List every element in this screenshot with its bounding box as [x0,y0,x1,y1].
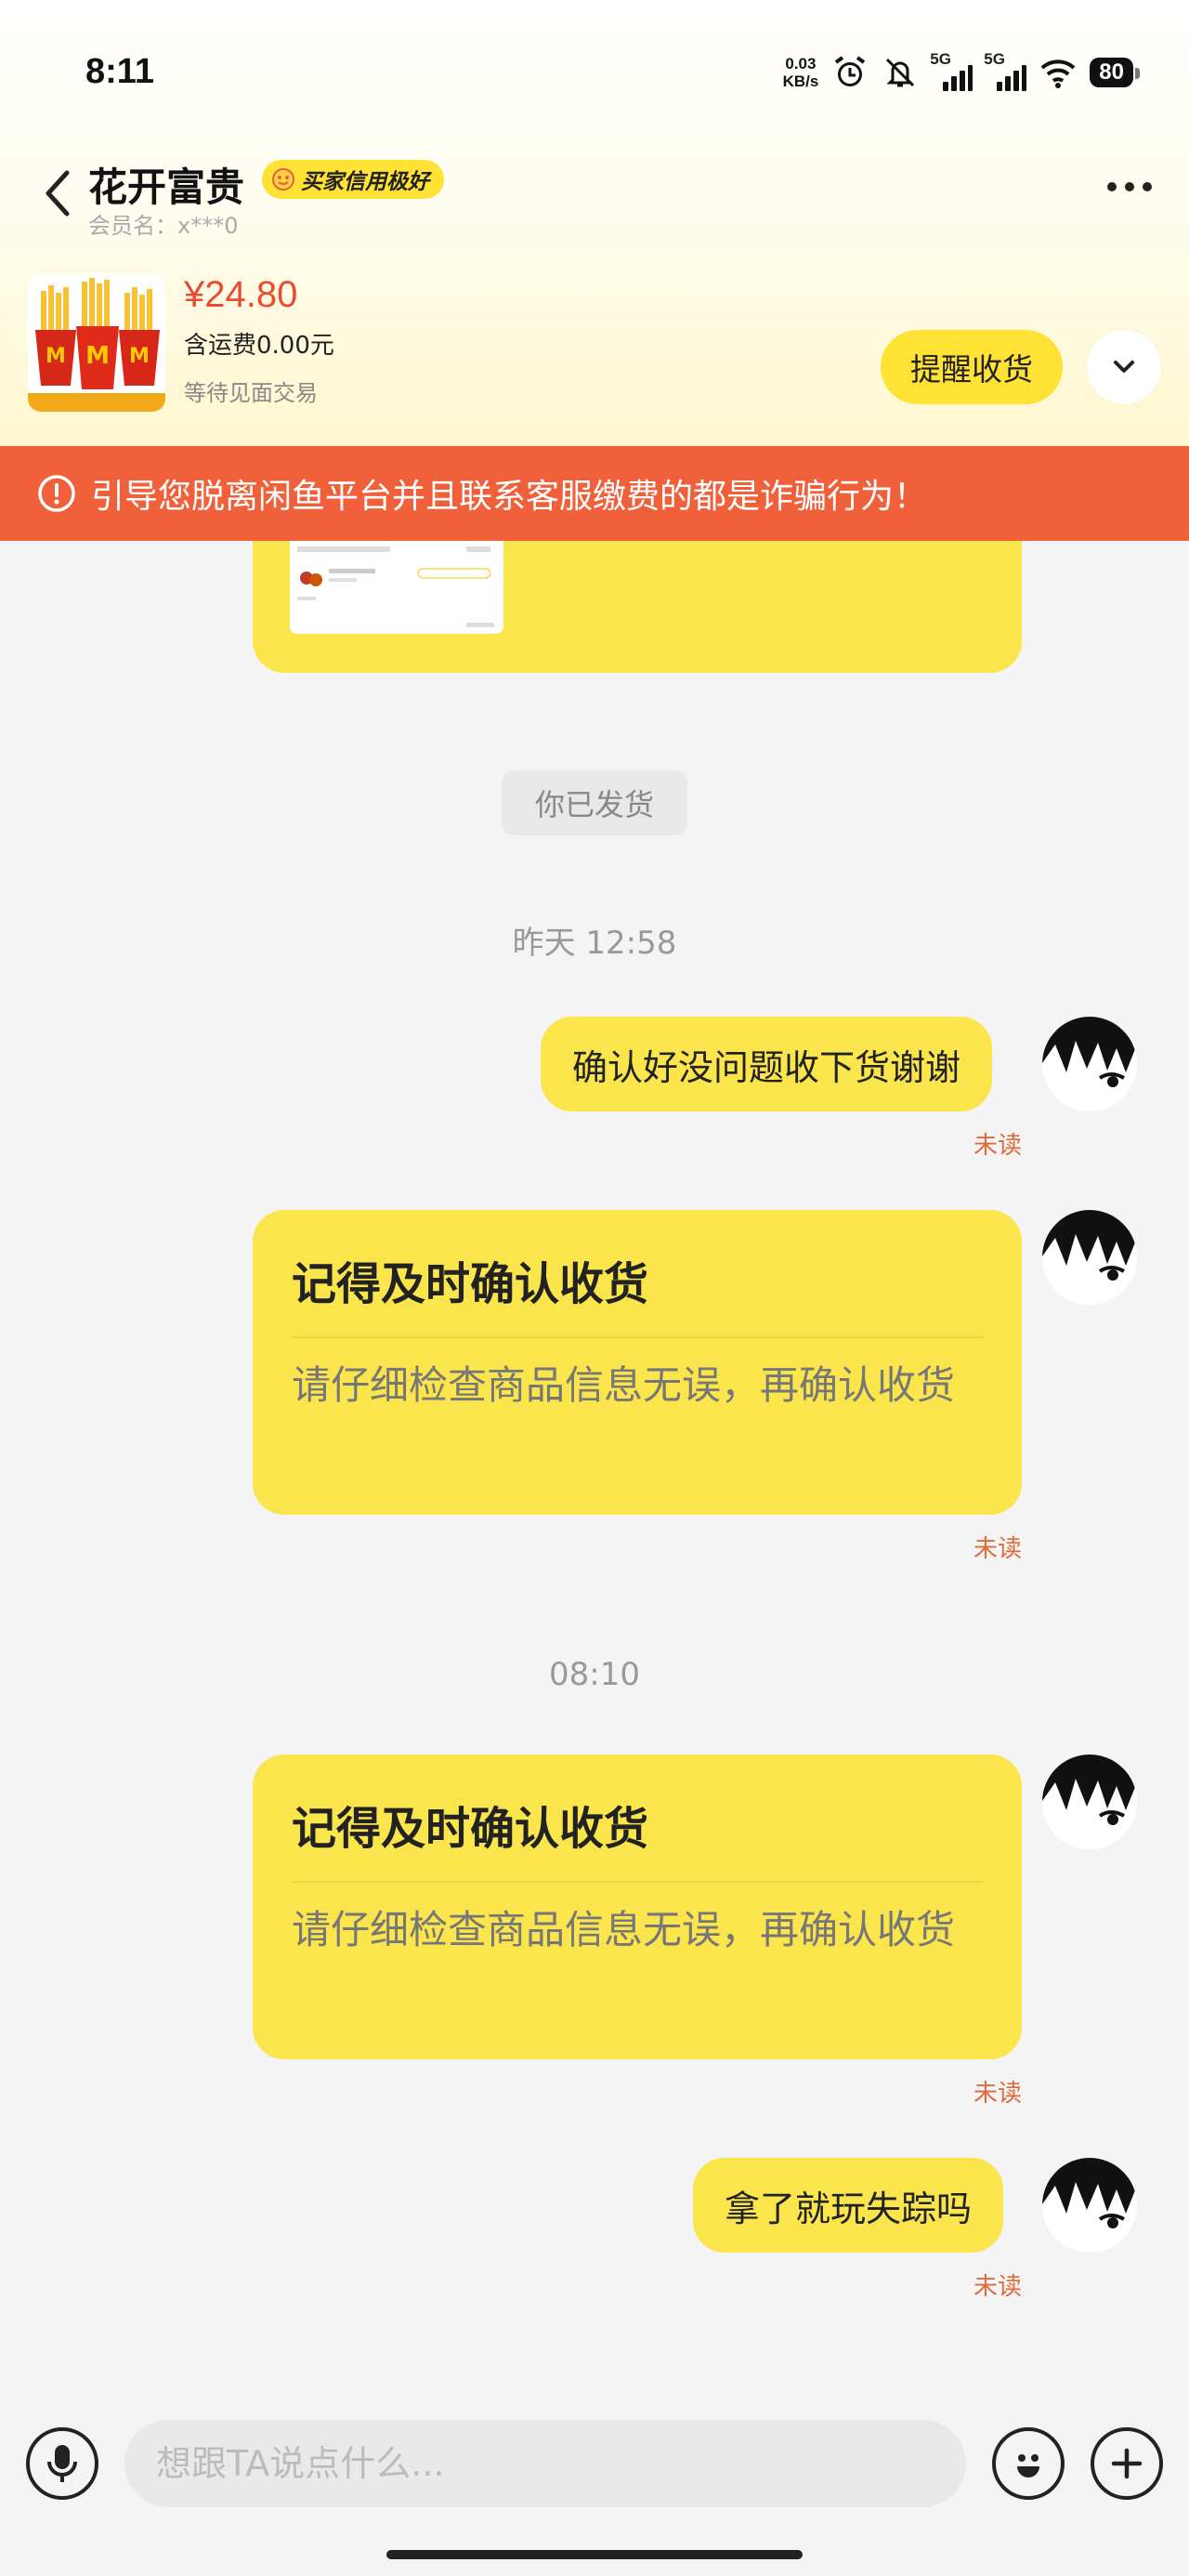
alert-circle-icon [38,475,75,512]
dot [1143,182,1152,191]
card-title: 记得及时确认收货 [292,1803,649,1855]
signal-1-icon: 5G [930,50,973,91]
back-arrow-icon[interactable] [37,165,78,221]
timestamp: 昨天 12:58 [512,925,677,962]
seller-name[interactable]: 花开富贵 [88,156,244,213]
alarm-icon [835,56,866,86]
card-divider [292,1336,983,1338]
order-screenshot-image[interactable] [290,541,503,634]
anime-avatar-icon [1042,1017,1137,1111]
mute-bell-icon [886,58,915,87]
unread-status: 未读 [973,1535,1022,1563]
card-body: 请仔细检查商品信息无误，再确认收货 [292,1362,956,1408]
message-bubble[interactable]: 确认好没问题收下货谢谢 [541,1017,993,1111]
avatar[interactable] [1042,2158,1137,2253]
voice-button[interactable] [26,2427,98,2500]
card-title: 记得及时确认收货 [292,1258,649,1310]
battery-indicator: 80 [1090,58,1140,87]
anime-avatar-icon [1042,2158,1137,2253]
svg-text:M: M [129,345,150,368]
fries-icon: M M M [28,274,165,412]
confirm-receipt-card[interactable]: 记得及时确认收货 请仔细检查商品信息无误，再确认收货 [253,1755,1022,2059]
product-card[interactable]: M M M ¥24.80 含运费0.00元 等待见面交易 提醒收货 [0,274,1189,414]
emoji-icon [1017,2454,1039,2477]
avatar[interactable] [1042,1017,1137,1111]
warning-text: 引导您脱离闲鱼平台并且联系客服缴费的都是诈骗行为！ [91,478,928,516]
fraud-warning-banner: 引导您脱离闲鱼平台并且联系客服缴费的都是诈骗行为！ [0,446,1189,541]
confirm-receipt-card[interactable]: 记得及时确认收货 请仔细检查商品信息无误，再确认收货 [253,1210,1022,1515]
chat-nav-bar: 花开富贵 买家信用极好 会员名：x***0 [0,139,1189,242]
anime-avatar-icon [1042,1755,1137,1849]
net-speed: 0.03 KB/s [782,55,819,90]
expand-button[interactable] [1087,330,1161,404]
timestamp: 08:10 [549,1656,640,1693]
order-card-message[interactable] [253,541,1022,673]
svg-text:M: M [46,345,66,368]
member-name: 会员名：x***0 [88,213,239,239]
product-price: ¥24.80 [184,274,298,315]
more-menu-button[interactable] [1107,182,1152,191]
header-area: 8:11 0.03 KB/s 5G 5G 80 花开富贵 买家信用极好 会员名：… [0,0,1189,446]
message-bubble[interactable]: 拿了就玩失踪吗 [693,2158,1004,2253]
add-attachment-button[interactable] [1091,2427,1163,2500]
unread-status: 未读 [973,2273,1022,2301]
anime-avatar-icon [1042,1210,1137,1305]
microphone-icon [47,2445,77,2482]
emoji-button[interactable] [992,2427,1065,2500]
svg-text:M: M [85,342,110,370]
wifi-icon [1040,59,1076,88]
chevron-down-icon [1114,361,1134,373]
chat-messages: 你已发货 昨天 12:58 确认好没问题收下货谢谢 未读 记得及时确认收货 请仔… [0,541,1189,2399]
card-divider [292,1881,983,1883]
avatar[interactable] [1042,1210,1137,1305]
dot [1107,182,1117,191]
system-notice: 你已发货 [502,770,687,835]
product-thumbnail[interactable]: M M M [28,274,165,412]
plus-icon [1111,2448,1143,2479]
unread-status: 未读 [973,2080,1022,2108]
trade-status: 等待见面交易 [184,380,318,406]
status-icons: 0.03 KB/s 5G 5G 80 [782,50,1140,93]
smile-face-icon [272,168,294,191]
input-bar [0,2399,1189,2576]
card-body: 请仔细检查商品信息无误，再确认收货 [292,1907,956,1952]
status-bar: 8:11 0.03 KB/s 5G 5G 80 [0,0,1189,139]
signal-2-icon: 5G [984,50,1027,91]
order-screenshot-icon [290,541,503,634]
credit-badge: 买家信用极好 [262,160,444,199]
home-indicator [386,2550,803,2559]
status-time: 8:11 [85,52,154,91]
remind-receipt-button[interactable]: 提醒收货 [881,330,1063,404]
dot [1125,182,1134,191]
message-input[interactable] [124,2420,966,2507]
unread-status: 未读 [973,1132,1022,1160]
shipping-fee: 含运费0.00元 [184,332,334,360]
avatar[interactable] [1042,1755,1137,1849]
